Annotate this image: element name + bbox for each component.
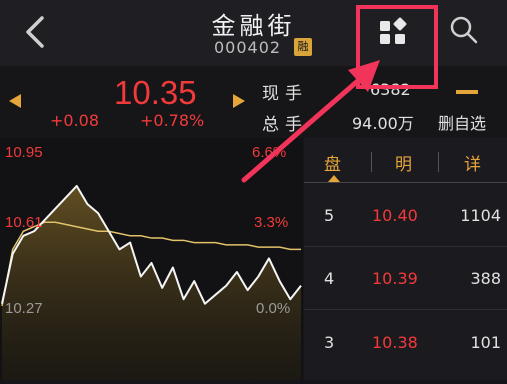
price-change: +0.08 xyxy=(50,111,100,130)
order-quantity: 101 xyxy=(470,333,501,352)
pct-label-mid: 3.3% xyxy=(254,214,289,231)
watchlist-dash-icon xyxy=(456,90,478,94)
remove-watchlist-button[interactable]: 删自选 xyxy=(438,110,486,134)
tab-underline xyxy=(304,182,507,183)
order-quantity: 388 xyxy=(470,269,501,288)
last-price: 10.35 xyxy=(114,74,197,111)
chart-canvas xyxy=(1,184,302,380)
margin-badge: 融 xyxy=(294,38,312,56)
total-volume-label: 总手 xyxy=(262,115,308,135)
row-divider xyxy=(304,309,507,310)
order-level: 3 xyxy=(324,333,335,352)
tab-divider xyxy=(371,152,372,172)
order-quantity: 1104 xyxy=(460,206,501,225)
tab-divider xyxy=(438,152,439,172)
arrow-left-icon[interactable] xyxy=(8,93,22,109)
current-volume-label: 现手 xyxy=(262,84,308,104)
order-price: 10.40 xyxy=(372,206,418,225)
pct-label-low: 0.0% xyxy=(256,300,291,317)
tab-order-book[interactable]: 盘 xyxy=(324,150,341,175)
y-label-high: 10.95 xyxy=(5,144,43,161)
pct-label-high: 6.6% xyxy=(252,144,287,161)
row-divider xyxy=(304,246,507,247)
order-level: 4 xyxy=(324,269,335,288)
stock-code: 000402 xyxy=(214,38,282,57)
annotation-highlight-box xyxy=(356,5,438,89)
price-change-percent: +0.78% xyxy=(140,111,205,130)
order-price: 10.38 xyxy=(372,333,418,352)
order-price: 10.39 xyxy=(372,269,418,288)
intraday-chart xyxy=(0,138,303,380)
order-row[interactable]: 4 10.39 388 xyxy=(304,269,507,319)
arrow-right-icon[interactable] xyxy=(232,93,246,109)
order-row[interactable]: 5 10.40 1104 xyxy=(304,206,507,256)
active-tab-caret xyxy=(328,175,340,182)
total-volume-value: 94.00万 xyxy=(352,114,414,133)
order-row[interactable]: 3 10.38 101 xyxy=(304,333,507,383)
tab-detail[interactable]: 详 xyxy=(464,150,481,175)
search-icon[interactable] xyxy=(448,14,480,46)
tab-trade-details[interactable]: 明 xyxy=(395,150,412,175)
order-level: 5 xyxy=(324,206,335,225)
y-label-mid: 10.61 xyxy=(5,214,43,231)
y-label-low: 10.27 xyxy=(5,300,43,317)
